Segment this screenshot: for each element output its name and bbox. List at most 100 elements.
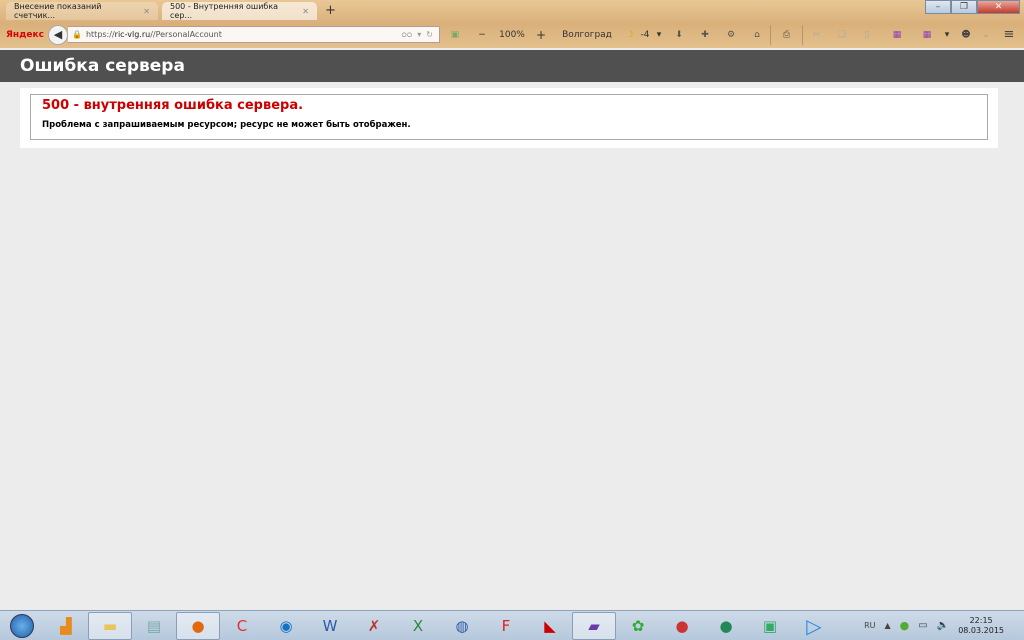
url-path: //PersonalAccount	[150, 30, 222, 39]
restore-button[interactable]: ❐	[951, 0, 977, 14]
calculator-icon: ▤	[146, 616, 162, 635]
back-button[interactable]: ◀	[48, 24, 68, 45]
zoom-in-button[interactable]: +	[530, 25, 552, 45]
close-window-button[interactable]: ✕	[977, 0, 1020, 14]
reload-icon[interactable]: ↻	[426, 30, 433, 39]
puzzle-icon[interactable]: ✚	[692, 25, 718, 45]
grid-dropdown-icon[interactable]: ▾	[940, 25, 954, 45]
taskbar-app-remote[interactable]: ▣	[748, 612, 792, 640]
error-message: Проблема с запрашиваемым ресурсом; ресур…	[42, 120, 411, 130]
clock-time: 22:15	[969, 615, 993, 625]
grid-icon[interactable]: ▦	[914, 25, 940, 45]
new-tab-button[interactable]: +	[325, 2, 336, 20]
url-scheme: https://	[85, 30, 115, 39]
start-button[interactable]	[0, 612, 44, 640]
taskbar-ccleaner[interactable]: C	[220, 612, 264, 640]
play-icon: ▷	[806, 613, 822, 638]
minimize-button[interactable]: –	[925, 0, 951, 14]
yandex-logo[interactable]: Яндекс	[6, 30, 48, 40]
system-tray: RU ▲ ● ▭ 🔈 22:15 08.03.2015	[864, 616, 1024, 636]
error-box: 500 - внутренняя ошибка сервера. Проблем…	[30, 94, 988, 140]
zoom-out-button[interactable]: −	[470, 25, 494, 45]
window-controls: – ❐ ✕	[925, 0, 1020, 14]
menu-icon[interactable]: ≡	[994, 25, 1024, 45]
close-tab-icon[interactable]: ✕	[302, 7, 309, 16]
taskbar-app-2[interactable]: ▟	[44, 612, 88, 640]
taskbar-calculator[interactable]: ▤	[132, 612, 176, 640]
app-c-icon: ◉	[279, 616, 293, 635]
show-hidden-icons[interactable]: ▲	[885, 621, 891, 630]
tab-server-error[interactable]: 500 - Внутренняя ошибка сер... ✕	[162, 2, 317, 20]
taskbar-app-green[interactable]: ●	[704, 612, 748, 640]
taskbar-app-fr[interactable]: F	[484, 612, 528, 640]
paste-icon[interactable]: ▯	[854, 25, 880, 45]
excel-icon: X	[412, 616, 424, 635]
error-title: 500 - внутренняя ошибка сервера.	[42, 98, 304, 113]
taskbar-app-c[interactable]: ◉	[264, 612, 308, 640]
back-arrow-icon: ◀	[53, 28, 63, 41]
moon-icon: ☽	[625, 29, 635, 40]
app-2-icon: ▟	[60, 616, 72, 635]
navigation-toolbar: Яндекс ◀ 🔒 https://ric-vlg.ru//PersonalA…	[0, 23, 1024, 46]
green-circle-icon: ●	[719, 616, 733, 635]
url-bar[interactable]: 🔒 https://ric-vlg.ru//PersonalAccount ᴑᴑ…	[68, 26, 440, 43]
addon-icon[interactable]: ▣	[440, 25, 470, 45]
visual-studio-icon: ▰	[588, 616, 600, 635]
gear-icon[interactable]: ⚙	[718, 25, 744, 45]
dropdown-icon[interactable]: ▾	[417, 30, 421, 39]
word-icon: W	[322, 616, 338, 635]
taskbar-explorer[interactable]: ▬	[88, 611, 132, 640]
colors-icon: ✿	[631, 616, 645, 635]
tab-bar: Внесение показаний счетчик... ✕ 500 - Вну…	[6, 2, 336, 20]
taskbar-acrobat[interactable]: ◣	[528, 612, 572, 640]
folder-icon: ▬	[102, 616, 118, 635]
taskbar-access[interactable]: ✗	[352, 612, 396, 640]
ccleaner-icon: C	[236, 616, 248, 635]
zoom-level[interactable]: 100%	[494, 25, 530, 45]
tab-label: Внесение показаний счетчик...	[14, 2, 102, 20]
acrobat-icon: ◣	[544, 616, 556, 635]
windows-logo-icon	[10, 613, 34, 638]
firefox-icon: ●	[191, 616, 205, 635]
clock[interactable]: 22:15 08.03.2015	[958, 616, 1004, 636]
home-icon[interactable]: ⌂	[744, 25, 770, 45]
globe-icon: ◍	[455, 616, 469, 635]
tray-app-icon[interactable]: ●	[900, 619, 910, 632]
volume-icon[interactable]: 🔈	[937, 620, 949, 631]
taskbar-word[interactable]: W	[308, 612, 352, 640]
weather-city[interactable]: Волгоград	[552, 25, 622, 45]
remote-desktop-icon: ▣	[762, 616, 778, 635]
taskbar-media-player[interactable]: ▷	[792, 612, 836, 640]
taskbar-app-red[interactable]: ●	[660, 612, 704, 640]
print-icon[interactable]: ⎙	[770, 24, 802, 45]
weather-temp[interactable]: -4	[638, 25, 652, 45]
access-icon: ✗	[367, 616, 381, 635]
tab-meter-readings[interactable]: Внесение показаний счетчик... ✕	[6, 2, 158, 20]
app-fr-icon: F	[501, 616, 511, 635]
url-host: ric-vlg.ru	[114, 30, 151, 39]
tab-label: 500 - Внутренняя ошибка сер...	[170, 2, 279, 20]
copy-icon[interactable]: ❏	[830, 25, 854, 45]
cut-icon[interactable]: ✂	[802, 24, 830, 45]
taskbar-excel[interactable]: X	[396, 612, 440, 640]
page-title: Ошибка сервера	[0, 50, 1024, 82]
lock-icon: 🔒	[72, 30, 82, 39]
taskbar-google-earth[interactable]: ◍	[440, 612, 484, 640]
download-icon[interactable]: ⬇	[666, 25, 692, 45]
grid-download-icon[interactable]: ▦	[880, 25, 914, 45]
reader-icon[interactable]: ᴑᴑ	[401, 30, 412, 39]
chat-icon[interactable]: ☻	[954, 25, 978, 45]
taskbar: ▟ ▬ ▤ ● C ◉ W ✗ X ◍ F ◣ ▰ ✿ ● ● ▣ ▷ RU ▲…	[0, 610, 1024, 640]
taskbar-firefox[interactable]: ●	[176, 611, 220, 640]
taskbar-visual-studio[interactable]: ▰	[572, 611, 616, 640]
expand-icon[interactable]: ⌄	[978, 25, 994, 45]
content-panel: 500 - внутренняя ошибка сервера. Проблем…	[20, 88, 998, 148]
red-circle-icon: ●	[675, 616, 689, 635]
close-tab-icon[interactable]: ✕	[143, 7, 150, 16]
taskbar-app-colors[interactable]: ✿	[616, 612, 660, 640]
weather-dropdown-icon[interactable]: ▾	[652, 25, 666, 45]
clock-date: 08.03.2015	[958, 625, 1004, 635]
browser-chrome: Внесение показаний счетчик... ✕ 500 - Вну…	[0, 0, 1024, 48]
network-icon[interactable]: ▭	[918, 620, 927, 631]
language-indicator[interactable]: RU	[864, 621, 875, 630]
